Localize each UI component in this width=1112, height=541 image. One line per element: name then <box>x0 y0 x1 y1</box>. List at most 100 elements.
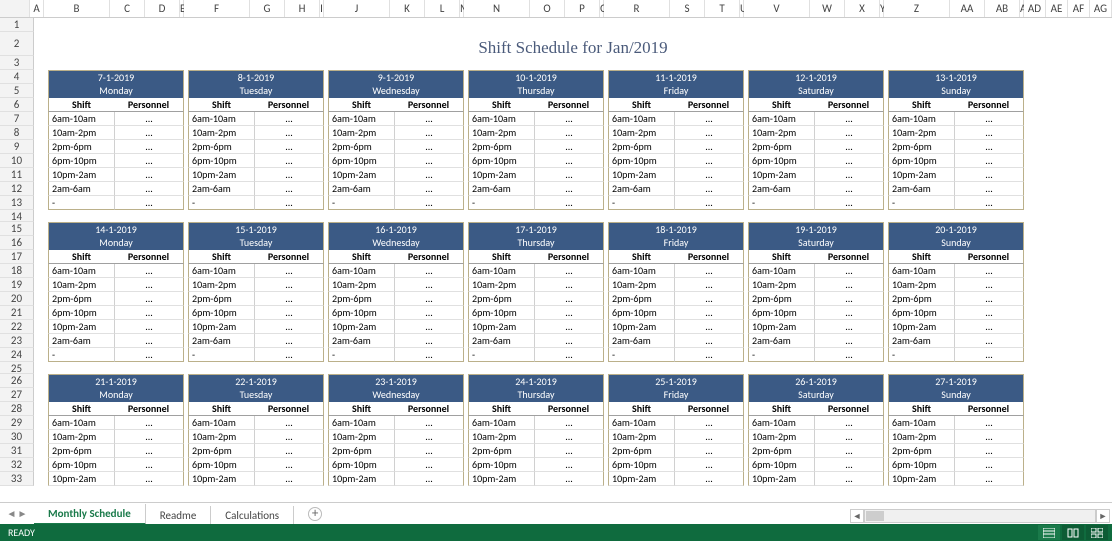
col-header[interactable]: X <box>845 0 880 17</box>
shift-time-cell[interactable]: 10am-2pm <box>468 430 534 444</box>
shift-time-cell[interactable]: 6pm-10pm <box>468 458 534 472</box>
shift-time-cell[interactable]: 2pm-6pm <box>468 292 534 306</box>
personnel-cell[interactable]: ... <box>814 126 884 140</box>
personnel-cell[interactable]: ... <box>954 472 1024 486</box>
shift-time-cell[interactable]: 6pm-10pm <box>748 154 814 168</box>
personnel-cell[interactable]: ... <box>534 292 604 306</box>
shift-time-cell[interactable]: 2pm-6pm <box>328 140 394 154</box>
personnel-cell[interactable]: ... <box>254 182 324 196</box>
personnel-cell[interactable]: ... <box>114 472 184 486</box>
shift-time-cell[interactable]: 10am-2pm <box>328 430 394 444</box>
shift-time-cell[interactable]: 10am-2pm <box>888 126 954 140</box>
shift-time-cell[interactable]: 6am-10am <box>188 112 254 126</box>
shift-time-cell[interactable]: 10pm-2am <box>188 320 254 334</box>
personnel-cell[interactable]: ... <box>674 126 744 140</box>
personnel-cell[interactable]: ... <box>254 292 324 306</box>
shift-time-cell[interactable]: 2pm-6pm <box>608 292 674 306</box>
personnel-cell[interactable]: ... <box>534 430 604 444</box>
personnel-cell[interactable]: ... <box>674 348 744 362</box>
scroll-left-icon[interactable]: ◄ <box>850 509 864 523</box>
shift-time-cell[interactable]: - <box>48 348 114 362</box>
select-all-cell[interactable] <box>0 0 30 17</box>
personnel-cell[interactable]: ... <box>534 320 604 334</box>
personnel-cell[interactable]: ... <box>674 430 744 444</box>
shift-time-cell[interactable]: 2am-6am <box>608 334 674 348</box>
shift-time-cell[interactable]: 6pm-10pm <box>328 458 394 472</box>
personnel-cell[interactable]: ... <box>954 458 1024 472</box>
personnel-cell[interactable]: ... <box>674 472 744 486</box>
shift-time-cell[interactable]: 2am-6am <box>188 334 254 348</box>
personnel-cell[interactable]: ... <box>394 348 464 362</box>
shift-time-cell[interactable]: 10pm-2am <box>188 168 254 182</box>
shift-time-cell[interactable]: 6pm-10pm <box>748 306 814 320</box>
personnel-cell[interactable]: ... <box>954 278 1024 292</box>
shift-time-cell[interactable]: 2am-6am <box>48 334 114 348</box>
shift-time-cell[interactable]: 10am-2pm <box>888 430 954 444</box>
personnel-cell[interactable]: ... <box>394 168 464 182</box>
shift-time-cell[interactable]: 6am-10am <box>888 112 954 126</box>
row-header[interactable]: 12 <box>0 182 34 196</box>
shift-time-cell[interactable]: 2pm-6pm <box>48 444 114 458</box>
personnel-cell[interactable]: ... <box>814 334 884 348</box>
shift-time-cell[interactable]: - <box>328 196 394 210</box>
personnel-cell[interactable]: ... <box>394 264 464 278</box>
shift-time-cell[interactable]: 6pm-10pm <box>328 154 394 168</box>
shift-time-cell[interactable]: 2pm-6pm <box>608 444 674 458</box>
row-header[interactable]: 14 <box>0 210 34 222</box>
row-header[interactable]: 6 <box>0 98 34 112</box>
personnel-cell[interactable]: ... <box>114 264 184 278</box>
col-header[interactable]: G <box>250 0 285 17</box>
shift-time-cell[interactable]: 10am-2pm <box>608 126 674 140</box>
shift-time-cell[interactable]: 2pm-6pm <box>468 444 534 458</box>
shift-time-cell[interactable]: 6pm-10pm <box>468 154 534 168</box>
col-header[interactable]: H <box>285 0 320 17</box>
shift-time-cell[interactable]: 10pm-2am <box>188 472 254 486</box>
personnel-cell[interactable]: ... <box>254 140 324 154</box>
shift-time-cell[interactable]: 10pm-2am <box>888 472 954 486</box>
horizontal-scrollbar[interactable]: ◄ ► <box>850 508 1110 524</box>
shift-time-cell[interactable]: 10am-2pm <box>888 278 954 292</box>
shift-time-cell[interactable]: 6pm-10pm <box>888 306 954 320</box>
col-header[interactable]: AA <box>950 0 985 17</box>
shift-time-cell[interactable]: - <box>48 196 114 210</box>
personnel-cell[interactable]: ... <box>674 182 744 196</box>
col-header[interactable]: O <box>530 0 565 17</box>
personnel-cell[interactable]: ... <box>114 292 184 306</box>
personnel-cell[interactable]: ... <box>954 416 1024 430</box>
shift-time-cell[interactable]: 2am-6am <box>328 334 394 348</box>
personnel-cell[interactable]: ... <box>534 140 604 154</box>
col-header[interactable]: T <box>705 0 740 17</box>
personnel-cell[interactable]: ... <box>394 196 464 210</box>
col-header[interactable]: J <box>324 0 390 17</box>
personnel-cell[interactable]: ... <box>394 126 464 140</box>
personnel-cell[interactable]: ... <box>394 278 464 292</box>
row-header[interactable]: 30 <box>0 430 34 444</box>
col-header[interactable]: AD <box>1024 0 1046 17</box>
personnel-cell[interactable]: ... <box>954 306 1024 320</box>
personnel-cell[interactable]: ... <box>954 292 1024 306</box>
personnel-cell[interactable]: ... <box>814 458 884 472</box>
shift-time-cell[interactable]: 2am-6am <box>608 182 674 196</box>
col-header[interactable]: D <box>145 0 180 17</box>
personnel-cell[interactable]: ... <box>254 168 324 182</box>
row-header[interactable]: 24 <box>0 348 34 362</box>
scroll-right-icon[interactable]: ► <box>1096 509 1110 523</box>
shift-time-cell[interactable]: 6am-10am <box>748 416 814 430</box>
personnel-cell[interactable]: ... <box>954 126 1024 140</box>
shift-time-cell[interactable]: 2am-6am <box>888 182 954 196</box>
shift-time-cell[interactable]: 6pm-10pm <box>608 458 674 472</box>
personnel-cell[interactable]: ... <box>534 416 604 430</box>
shift-time-cell[interactable]: 6pm-10pm <box>48 154 114 168</box>
shift-time-cell[interactable]: 6pm-10pm <box>888 458 954 472</box>
row-header[interactable]: 8 <box>0 126 34 140</box>
personnel-cell[interactable]: ... <box>394 320 464 334</box>
row-header[interactable]: 26 <box>0 374 34 388</box>
personnel-cell[interactable]: ... <box>114 278 184 292</box>
personnel-cell[interactable]: ... <box>814 320 884 334</box>
shift-time-cell[interactable]: 6pm-10pm <box>328 306 394 320</box>
personnel-cell[interactable]: ... <box>394 472 464 486</box>
shift-time-cell[interactable]: 6pm-10pm <box>748 458 814 472</box>
personnel-cell[interactable]: ... <box>534 472 604 486</box>
personnel-cell[interactable]: ... <box>394 182 464 196</box>
shift-time-cell[interactable]: 10am-2pm <box>608 278 674 292</box>
